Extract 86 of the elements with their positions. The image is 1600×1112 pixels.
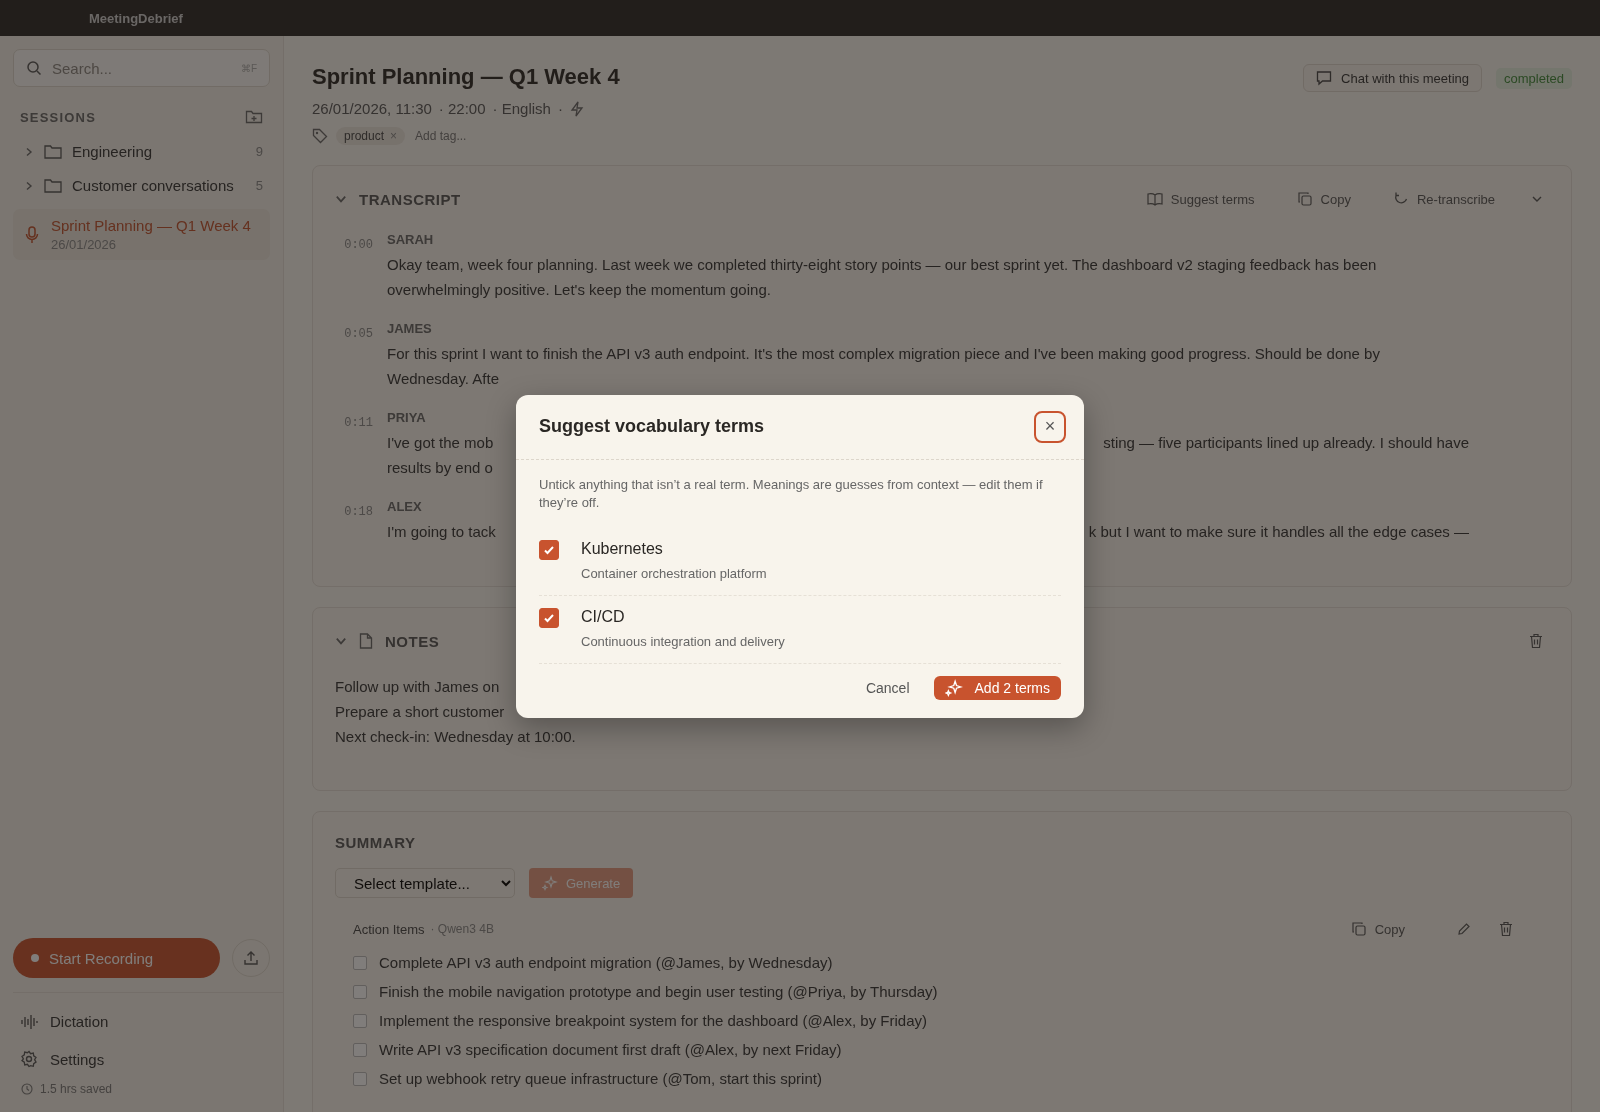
cancel-button[interactable]: Cancel xyxy=(859,678,916,697)
dialog-description: Untick anything that isn’t a real term. Meanings are guesses from context — edit them if they’re off. xyxy=(539,475,1044,512)
term-meaning: Container orchestration platform xyxy=(581,565,767,581)
delete-icon[interactable] xyxy=(1499,921,1513,937)
clock-icon xyxy=(21,1083,33,1095)
dialog-title: Suggest vocabulary terms xyxy=(539,416,765,437)
sparkle-icon xyxy=(542,875,558,891)
close-button[interactable]: × xyxy=(1034,410,1066,443)
action-item-text: Write API v3 specification document first draft (@Alex, by next Friday) xyxy=(379,1041,842,1058)
waveform-icon xyxy=(20,1013,38,1030)
transcript-text: sting — five participants lined up already. I should have xyxy=(1103,433,1469,453)
chevron-icon[interactable] xyxy=(335,193,347,205)
copy-icon xyxy=(1296,191,1313,207)
start-recording-button[interactable]: Start Recording xyxy=(13,938,220,978)
toolbar-button[interactable]: Suggest terms xyxy=(1140,190,1261,208)
checkbox[interactable] xyxy=(539,539,559,560)
tag-input[interactable]: Add tag... xyxy=(413,128,508,144)
transcript-text: I've got the mob xyxy=(387,433,494,453)
upload-icon xyxy=(243,950,259,966)
copy-button[interactable]: Copy xyxy=(1322,920,1411,938)
action-item-text: Complete API v3 auth endpoint migration (@James, by Wednesday) xyxy=(379,954,833,971)
checkbox[interactable] xyxy=(353,955,367,970)
speaker-name: PRIYA xyxy=(387,410,426,425)
settings-icon xyxy=(20,1050,38,1068)
transcript-text: Wednesday. Afte xyxy=(387,369,500,389)
sparkle-icon xyxy=(944,678,963,697)
document-icon xyxy=(359,633,373,649)
chat-button[interactable]: Chat with this meeting xyxy=(1303,64,1482,92)
term-name: CI/CD xyxy=(581,607,626,626)
folder-icon xyxy=(44,144,62,159)
sessions-heading: SESSIONS xyxy=(20,109,97,125)
subsection-title: Action Items xyxy=(353,921,425,937)
toolbar-button[interactable]: Copy xyxy=(1290,190,1357,208)
action-item-text: Set up webhook retry queue infrastructure (@Tom, start this sprint) xyxy=(379,1070,822,1087)
meeting-meta: 26/01/2026, 11:30 xyxy=(312,100,432,117)
remove-tag-button[interactable]: × xyxy=(390,129,398,143)
term-name: Kubernetes xyxy=(581,539,664,558)
speaker-name: ALEX xyxy=(387,499,422,514)
note-line: Follow up with James on xyxy=(335,677,500,697)
checkbox[interactable] xyxy=(353,1013,367,1028)
meeting-title: Sprint Planning — Q1 Week 4 xyxy=(312,64,620,90)
tag-icon xyxy=(312,128,328,144)
speaker-name: SARAH xyxy=(387,232,434,247)
section-heading: TRANSCRIPT xyxy=(359,190,461,208)
speaker-name: JAMES xyxy=(387,321,432,336)
lightning-icon xyxy=(569,100,584,117)
copy-icon xyxy=(1350,921,1367,937)
meeting-meta: · 22:00 xyxy=(438,100,486,117)
meeting-meta: · English xyxy=(492,100,551,117)
book-icon xyxy=(1146,192,1163,206)
section-heading: SUMMARY xyxy=(335,834,417,851)
folder-icon xyxy=(44,178,62,193)
nav-item[interactable]: Dictation xyxy=(13,1003,270,1040)
section-heading: NOTES xyxy=(385,632,440,650)
add-terms-button[interactable]: Add 2 terms xyxy=(933,675,1061,700)
chat-bubble-icon xyxy=(1316,70,1333,86)
search-icon xyxy=(26,60,42,76)
checkbox[interactable] xyxy=(353,984,367,999)
new-folder-icon[interactable] xyxy=(245,109,263,125)
toolbar-button[interactable]: Re-transcribe xyxy=(1386,190,1501,208)
checkbox[interactable] xyxy=(353,1071,367,1086)
transcript-text: I'm going to tack xyxy=(387,522,496,542)
term-meaning: Continuous integration and delivery xyxy=(581,633,785,649)
transcript-text: results by end o xyxy=(387,458,493,478)
microphone-icon xyxy=(25,225,39,244)
status-badge: completed xyxy=(1496,67,1572,89)
session-title: Sprint Planning — Q1 Week 4 xyxy=(51,217,251,234)
meeting-meta: · xyxy=(557,100,563,117)
transcript-text: k but I want to make sure it handles all the edge cases — xyxy=(1088,522,1469,542)
delete-icon[interactable] xyxy=(1529,633,1543,649)
nav-item[interactable]: Settings xyxy=(13,1040,270,1078)
action-item-text: Implement the responsive breakpoint system for the dashboard (@Alex, by Friday) xyxy=(379,1012,927,1029)
note-line: Prepare a short customer xyxy=(335,702,505,722)
transcript-text: For this sprint I want to finish the API v3 auth endpoint. It's the most complex migration piece and I've been making good progress. Should be done by xyxy=(387,344,1380,364)
template-select[interactable]: Select template... xyxy=(335,868,515,898)
tag-chip: product × xyxy=(336,127,406,145)
app-title: MeetingDebrief xyxy=(89,10,183,26)
action-item-text: Finish the mobile navigation prototype and begin user testing (@Priya, by Thursday) xyxy=(379,983,938,1000)
edit-icon[interactable] xyxy=(1457,922,1471,936)
transcript-text: Okay team, week four planning. Last week we completed thirty-eight story points — our best sprint yet. The dashboard v2 staging feedback has been xyxy=(387,255,1377,275)
note-line: Next check-in: Wednesday at 10:00. xyxy=(335,727,576,747)
chevron-icon[interactable] xyxy=(335,635,347,647)
checkbox[interactable] xyxy=(539,607,559,628)
transcript-text: overwhelmingly positive. Let's keep the momentum going. xyxy=(387,280,771,300)
upload-button[interactable] xyxy=(232,939,270,977)
checkbox[interactable] xyxy=(353,1042,367,1057)
